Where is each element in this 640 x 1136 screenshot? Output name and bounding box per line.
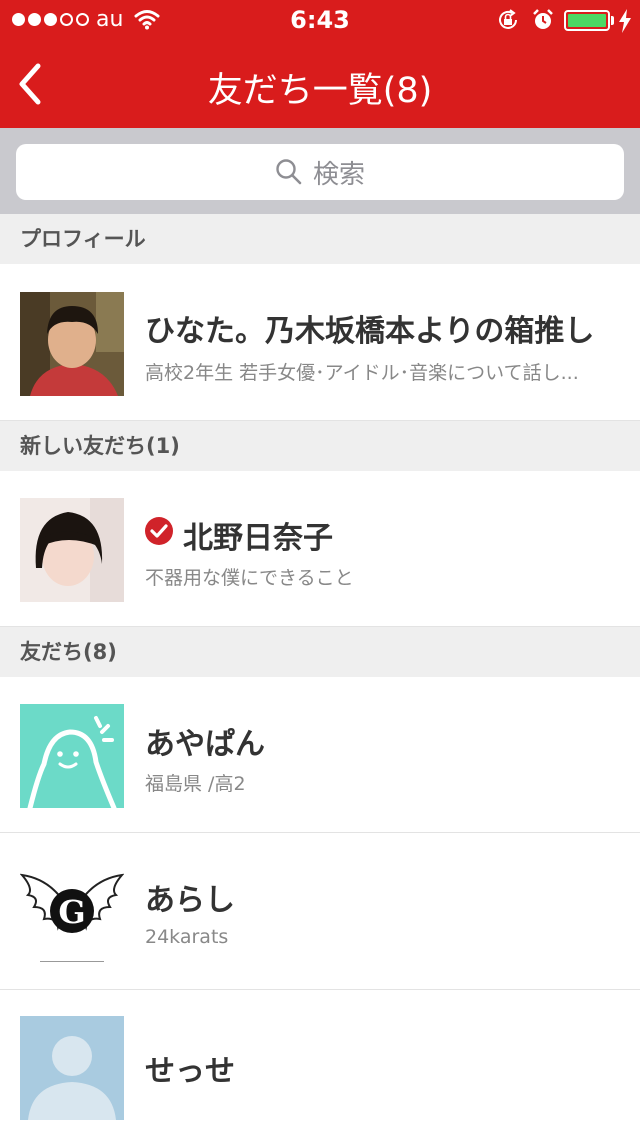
alarm-icon <box>533 9 553 29</box>
section-header-profile: プロフィール <box>0 214 640 264</box>
app-header: au 6:43 友だち一覧(8) <box>0 0 640 128</box>
avatar <box>20 704 124 808</box>
list-item[interactable]: あやぱん 福島県 /高2 <box>0 677 640 833</box>
avatar <box>20 1016 124 1120</box>
search-bar: 検索 <box>0 128 640 214</box>
list-item[interactable]: せっせ <box>0 990 640 1136</box>
profile-name: ひなた。乃木坂橋本よりの箱推し <box>145 314 595 349</box>
friend-description: 不器用な僕にできること <box>145 567 354 589</box>
avatar <box>20 498 124 602</box>
charging-bolt-icon <box>619 9 631 33</box>
profile-row[interactable]: ひなた。乃木坂橋本よりの箱推し 高校2年生 若手女優･アイドル･音楽について話し… <box>0 264 640 421</box>
search-placeholder: 検索 <box>312 159 365 190</box>
friend-name: 北野日奈子 <box>183 521 333 556</box>
battery-icon <box>564 10 610 31</box>
avatar <box>20 292 124 396</box>
verified-badge-icon <box>145 517 173 545</box>
search-icon <box>276 159 302 185</box>
avatar: G <box>20 861 124 965</box>
friend-description: 24karats <box>145 926 229 948</box>
list-item[interactable]: G あらし 24karats <box>0 833 640 990</box>
rotation-lock-icon <box>499 9 517 29</box>
svg-text:G: G <box>58 893 85 931</box>
profile-description: 高校2年生 若手女優･アイドル･音楽について話し... <box>145 362 579 384</box>
section-header-new-friends: 新しい友だち(1) <box>0 421 640 471</box>
friend-name: あらし <box>145 883 235 918</box>
section-header-friends: 友だち(8) <box>0 627 640 677</box>
list-item[interactable]: 北野日奈子 不器用な僕にできること <box>0 471 640 627</box>
status-bar: au 6:43 <box>0 0 640 40</box>
search-input[interactable]: 検索 <box>16 144 624 200</box>
friend-description: 福島県 /高2 <box>145 773 246 795</box>
friend-name: せっせ <box>145 1054 235 1089</box>
friend-name: あやぱん <box>145 727 265 762</box>
page-title: 友だち一覧(8) <box>207 71 433 111</box>
